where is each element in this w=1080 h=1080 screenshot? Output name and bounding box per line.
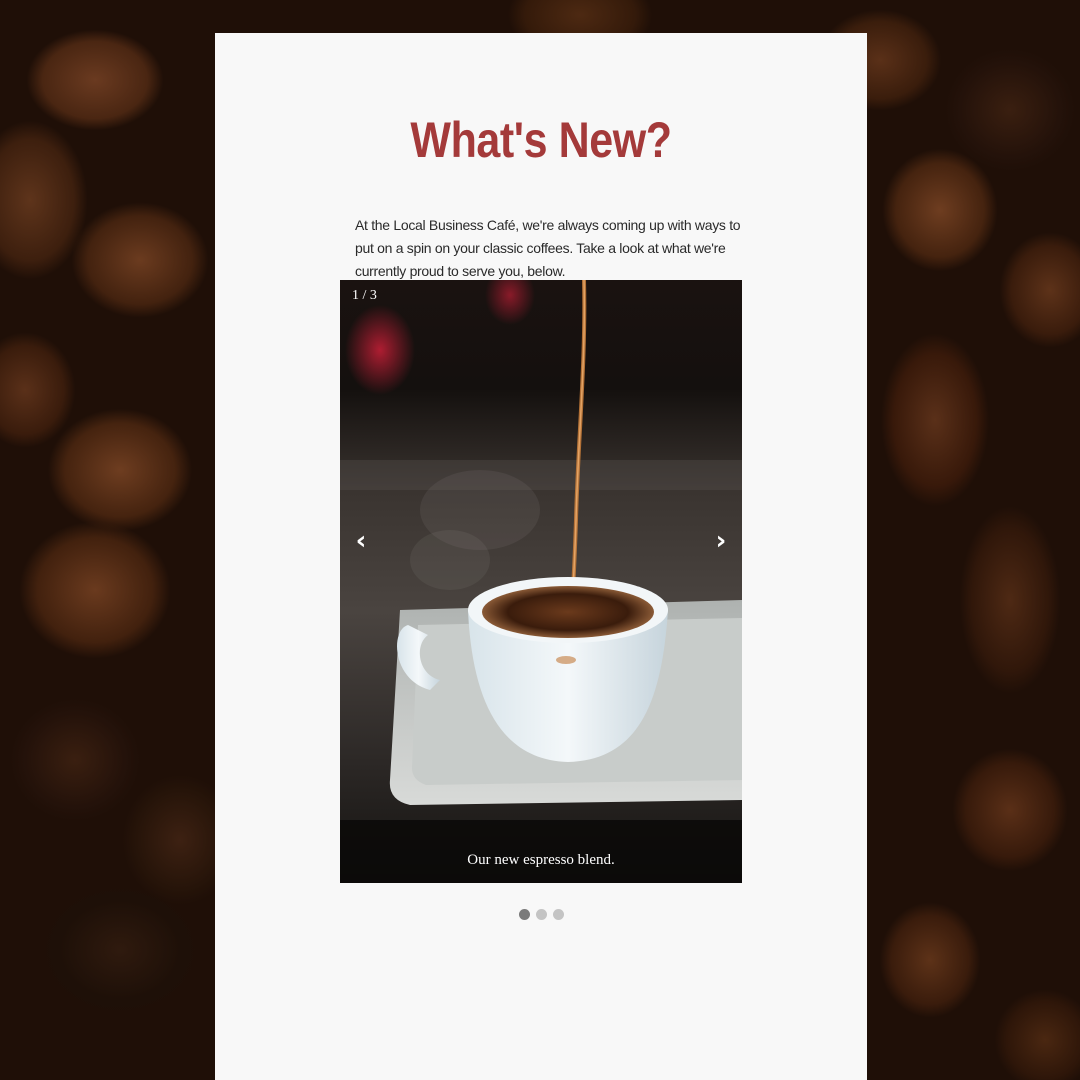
slide-dots: [215, 909, 867, 920]
intro-paragraph: At the Local Business Café, we're always…: [355, 217, 741, 279]
previous-slide-button[interactable]: ‹: [346, 526, 376, 556]
slide-counter: 1 / 3: [352, 288, 377, 303]
slide-dot-3[interactable]: [552, 909, 564, 920]
slideshow: 1 / 3 ‹ › Our new espresso blend.: [340, 280, 742, 883]
slide-caption: Our new espresso blend.: [467, 852, 615, 868]
page-title: What's New?: [410, 112, 672, 168]
espresso-photo: [340, 280, 742, 883]
slide-dot-1[interactable]: [518, 909, 530, 920]
slide-dot-2[interactable]: [535, 909, 547, 920]
next-slide-button[interactable]: ›: [706, 526, 736, 556]
